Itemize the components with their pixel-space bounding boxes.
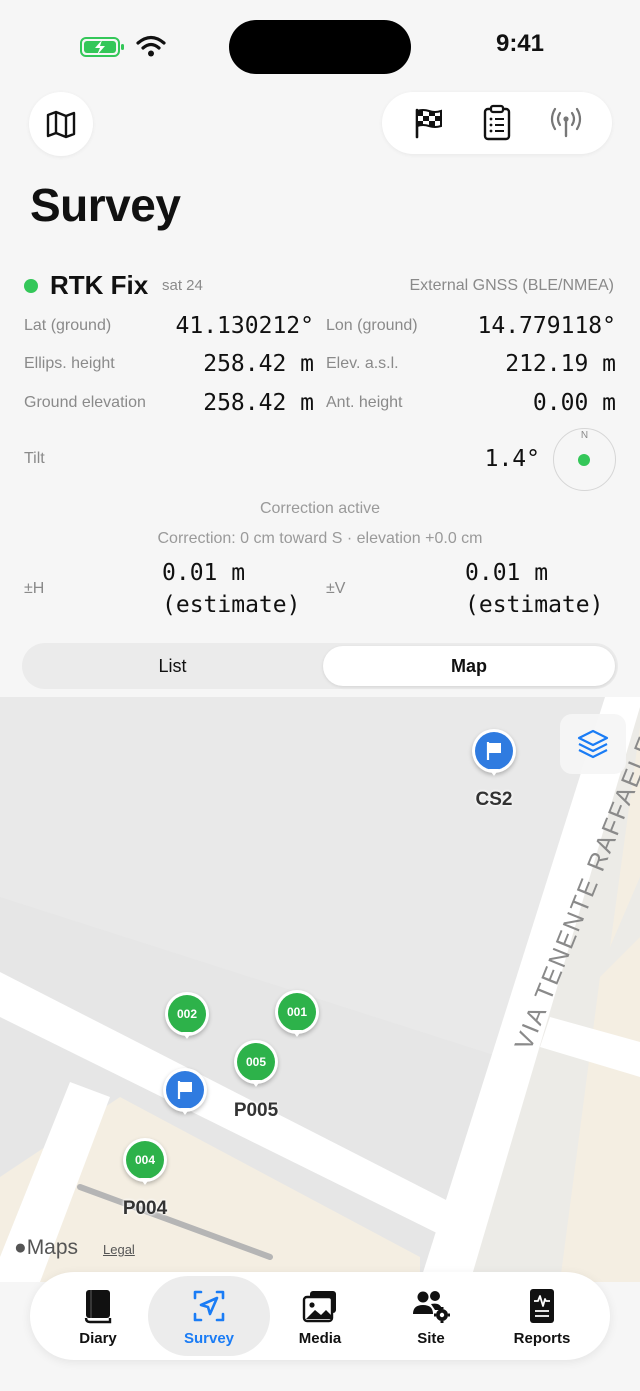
map-pin-004[interactable]: 004 — [123, 1138, 167, 1185]
apple-maps-logo: ●Maps — [14, 1236, 79, 1259]
map-pin-001[interactable]: 001 — [275, 990, 319, 1037]
map-pin-cs2[interactable] — [472, 729, 516, 776]
wifi-icon — [136, 35, 166, 57]
correction-detail: Correction: 0 cm toward S · elevation +0… — [157, 530, 483, 547]
segment-map[interactable]: Map — [323, 646, 615, 686]
checkered-flag-button[interactable] — [408, 103, 448, 143]
pin-caption-p004: P004 — [122, 1198, 168, 1219]
map-view-button[interactable] — [29, 92, 93, 156]
correction-status: Correction active — [259, 500, 381, 517]
h-accuracy-note: (estimate) — [162, 592, 301, 618]
tilt-compass: N — [553, 428, 616, 491]
lat-label: Lat (ground) — [24, 317, 112, 334]
clipboard-icon — [483, 104, 511, 141]
fix-status-dot — [24, 279, 38, 293]
ant-height-label: Ant. height — [326, 394, 403, 411]
elev-asl-value: 212.19 m — [505, 351, 616, 377]
antenna-icon — [550, 107, 581, 138]
apple-logo-icon: ● — [14, 1236, 27, 1259]
checkered-flag-icon — [416, 108, 443, 139]
h-accuracy-value: 0.01 m — [162, 560, 246, 586]
header-actions — [382, 92, 612, 154]
map-pin-002[interactable]: 002 — [165, 992, 209, 1039]
h-accuracy-label: ±H — [24, 580, 45, 597]
pin-caption-p005: P005 — [233, 1100, 279, 1121]
v-accuracy-value: 0.01 m — [465, 560, 549, 586]
lat-value: 41.130212° — [175, 313, 314, 339]
lon-label: Lon (ground) — [326, 317, 418, 334]
dynamic-island — [229, 20, 411, 74]
tilt-value: 1.4° — [484, 446, 540, 472]
ellips-height-value: 258.42 m — [203, 351, 314, 377]
satellite-count: sat 24 — [162, 277, 203, 294]
report-icon — [530, 1289, 554, 1323]
elev-asl-label: Elev. a.s.l. — [326, 355, 399, 372]
flag-icon — [486, 742, 501, 760]
compass-north-label: N — [580, 430, 589, 441]
tab-bar: Diary Survey Media Site Reports — [30, 1272, 610, 1360]
tab-diary[interactable]: Diary — [42, 1276, 154, 1356]
antenna-button[interactable] — [546, 103, 586, 143]
v-accuracy-note: (estimate) — [465, 592, 604, 618]
tab-survey[interactable]: Survey — [148, 1276, 270, 1356]
fix-label: RTK Fix — [50, 270, 149, 300]
page-title: Survey — [30, 179, 181, 231]
map-layers-button[interactable] — [560, 714, 626, 774]
map-icon — [46, 110, 76, 139]
status-time: 9:41 — [495, 30, 545, 57]
tab-reports[interactable]: Reports — [486, 1276, 598, 1356]
ground-elevation-value: 258.42 m — [203, 390, 314, 416]
survey-map[interactable]: VIA TENENTE RAFFAELE — [0, 697, 640, 1282]
view-segmented-control: List Map — [22, 643, 618, 689]
layers-icon — [577, 729, 609, 759]
clipboard-button[interactable] — [477, 103, 517, 143]
photos-icon — [302, 1291, 336, 1323]
ellips-height-label: Ellips. height — [24, 355, 115, 372]
legal-link[interactable]: Legal — [103, 1242, 135, 1257]
segment-list[interactable]: List — [25, 646, 320, 686]
pin-caption-cs2: CS2 — [475, 789, 513, 810]
ground-elevation-label: Ground elevation — [24, 394, 146, 411]
map-pin-005[interactable]: 005 — [234, 1040, 278, 1087]
book-icon — [84, 1290, 112, 1324]
map-background: VIA TENENTE RAFFAELE — [0, 697, 640, 1282]
tab-media[interactable]: Media — [264, 1276, 376, 1356]
ant-height-value: 0.00 m — [532, 390, 616, 416]
people-gear-icon — [413, 1291, 450, 1323]
tab-site[interactable]: Site — [375, 1276, 487, 1356]
tilt-indicator-dot — [578, 454, 590, 466]
v-accuracy-label: ±V — [326, 580, 346, 597]
map-pin-flag[interactable] — [163, 1068, 207, 1115]
lon-value: 14.779118° — [477, 313, 616, 339]
flag-icon — [177, 1081, 192, 1099]
gnss-source: External GNSS (BLE/NMEA) — [409, 277, 615, 294]
location-arrow-icon — [193, 1290, 225, 1322]
tilt-label: Tilt — [24, 450, 45, 467]
battery-icon — [80, 37, 124, 57]
